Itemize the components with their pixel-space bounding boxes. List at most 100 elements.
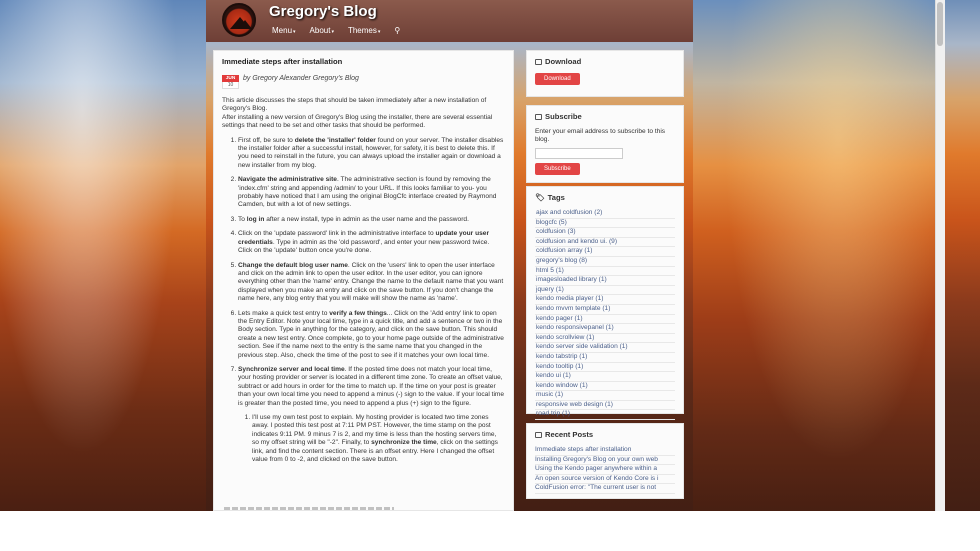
download-icon <box>535 58 542 65</box>
post-title[interactable]: Immediate steps after installation <box>222 57 505 66</box>
recent-header: Recent Posts <box>535 430 675 439</box>
nav-themes-label: Themes <box>347 26 377 35</box>
tag-link[interactable]: blogcfc (5) <box>535 219 675 229</box>
site-title[interactable]: Gregory's Blog <box>269 3 377 20</box>
nav-about-label: About <box>309 26 331 35</box>
subscribe-title: Subscribe <box>545 112 582 121</box>
tag-link[interactable]: kendo pager (1) <box>535 315 675 325</box>
tag-link[interactable]: responsive web design (1) <box>535 401 675 411</box>
subscribe-text: Enter your email address to subscribe to… <box>535 128 666 144</box>
recent-title: Recent Posts <box>545 430 594 439</box>
tag-link[interactable]: kendo ui (1) <box>535 372 675 382</box>
recent-post-link[interactable]: ColdFusion error: "The current user is n… <box>535 484 675 494</box>
nav-themes[interactable]: Themes▾ <box>348 26 380 35</box>
caret-down-icon: ▾ <box>293 29 296 35</box>
download-widget: Download Download <box>526 50 684 97</box>
date-day: 10 <box>222 82 239 89</box>
post-panel: Immediate steps after installation JUN 1… <box>213 50 514 511</box>
tag-link[interactable]: ajax and coldfusion (2) <box>535 209 675 219</box>
calendar-icon <box>535 431 542 438</box>
step-bold: synchronize the time <box>371 439 437 447</box>
tag-link[interactable]: kendo mvvm template (1) <box>535 305 675 315</box>
recent-posts-widget: Recent Posts Immediate steps after insta… <box>526 423 684 499</box>
step-text: . Type in admin as the 'old password', a… <box>238 238 490 255</box>
intro-paragraph: After installing a new version of Gregor… <box>222 113 493 130</box>
step-bold: log in <box>246 215 265 223</box>
subscribe-button[interactable]: Subscribe <box>535 162 580 175</box>
date-month: JUN <box>222 75 239 82</box>
step-text: Click on the 'update password' link in t… <box>238 230 436 238</box>
recent-post-link[interactable]: Immediate steps after installation <box>535 446 675 456</box>
step-text: after a new install, type in admin as th… <box>264 215 469 223</box>
site-logo[interactable] <box>222 3 256 37</box>
date-badge: JUN 10 <box>222 75 239 89</box>
byline-author[interactable]: Gregory Alexander Gregory's Blog <box>252 75 359 82</box>
step-bold: Synchronize server and local time <box>238 365 345 373</box>
recent-list: Immediate steps after installation Insta… <box>535 446 675 494</box>
tag-link[interactable]: kendo media player (1) <box>535 295 675 305</box>
page-bottom <box>0 511 980 551</box>
tag-link[interactable]: html 5 (1) <box>535 267 675 277</box>
post-byline: JUN 10 by Gregory Alexander Gregory's Bl… <box>222 75 505 89</box>
background-right <box>693 0 935 551</box>
tag-link[interactable]: kendo responsivepanel (1) <box>535 324 675 334</box>
tags-widget: 🏷 Tags ajax and coldfusion (2) blogcfc (5… <box>526 186 684 421</box>
subscribe-header: Subscribe <box>535 112 675 121</box>
intro-paragraph: This article discusses the steps that sh… <box>222 97 487 113</box>
nav-menu-label: Menu <box>272 26 293 35</box>
tags-icon: 🏷 <box>535 193 545 202</box>
subscribe-widget: Subscribe Enter your email address to su… <box>526 105 684 183</box>
tag-link[interactable]: coldfusion (3) <box>535 228 675 238</box>
background-left <box>0 0 206 551</box>
tag-link[interactable]: kendo tabstrip (1) <box>535 353 675 363</box>
step-item: Synchronize server and local time. If th… <box>238 366 505 464</box>
page-scrollbar[interactable] <box>935 0 945 520</box>
recent-post-link[interactable]: An open source version of Kendo Core is … <box>535 475 675 485</box>
step-text: First off, be sure to <box>238 136 295 144</box>
tags-header: 🏷 Tags <box>535 193 675 202</box>
step-bold: verify a few things <box>329 309 387 317</box>
tag-link[interactable]: road trip (1) <box>535 410 675 421</box>
recent-post-link[interactable]: Using the Kendo pager anywhere within a <box>535 465 675 475</box>
step-bold: Navigate the administrative site <box>238 176 337 184</box>
steps-list: First off, be sure to delete the 'instal… <box>222 137 505 465</box>
tags-title: Tags <box>547 193 565 202</box>
tag-link[interactable]: music (1) <box>535 391 675 401</box>
step-item: Change the default blog user name. Click… <box>238 262 505 304</box>
caret-down-icon: ▾ <box>377 29 381 35</box>
download-title: Download <box>545 57 582 66</box>
download-button[interactable]: Download <box>535 73 580 85</box>
step-bold: Change the default blog user name <box>238 261 348 269</box>
step-item: First off, be sure to delete the 'instal… <box>238 137 505 171</box>
substeps-list: I'll use my own test post to explain. My… <box>238 414 505 464</box>
download-header: Download <box>535 57 675 66</box>
step-item: Lets make a quick test entry to verify a… <box>238 310 505 360</box>
tag-link[interactable]: kendo tooltip (1) <box>535 363 675 373</box>
step-item: To log in after a new install, type in a… <box>238 216 505 224</box>
main-nav: Menu▾ About▾ Themes▾ ⚲ <box>272 26 400 35</box>
logo-mountain-small-icon <box>238 20 252 29</box>
step-text: Lets make a quick test entry to <box>238 309 330 317</box>
post-intro: This article discusses the steps that sh… <box>222 97 505 131</box>
tag-link[interactable]: kendo server side validation (1) <box>535 343 675 353</box>
tag-list: ajax and coldfusion (2) blogcfc (5) cold… <box>535 209 675 421</box>
tag-link[interactable]: coldfusion array (1) <box>535 247 675 257</box>
step-text: To <box>238 215 247 223</box>
tag-link[interactable]: coldfusion and kendo ui. (9) <box>535 238 675 248</box>
tag-link[interactable]: imagesloaded library (1) <box>535 276 675 286</box>
scrollbar-thumb[interactable] <box>937 2 943 46</box>
search-icon[interactable]: ⚲ <box>394 26 400 35</box>
envelope-icon <box>535 113 542 120</box>
step-item: Navigate the administrative site. The ad… <box>238 176 505 210</box>
tag-link[interactable]: kendo scrollview (1) <box>535 334 675 344</box>
step-item: Click on the 'update password' link in t… <box>238 230 505 255</box>
recent-post-link[interactable]: Installing Gregory's Blog on your own we… <box>535 456 675 466</box>
tag-link[interactable]: jquery (1) <box>535 286 675 296</box>
tag-link[interactable]: gregory's blog (8) <box>535 257 675 267</box>
tag-link[interactable]: kendo window (1) <box>535 382 675 392</box>
email-input[interactable] <box>535 147 623 159</box>
caret-down-icon: ▾ <box>331 29 334 35</box>
nav-menu[interactable]: Menu▾ <box>272 26 296 35</box>
step-bold: delete the 'installer' folder <box>294 136 376 144</box>
nav-about[interactable]: About▾ <box>310 26 334 35</box>
